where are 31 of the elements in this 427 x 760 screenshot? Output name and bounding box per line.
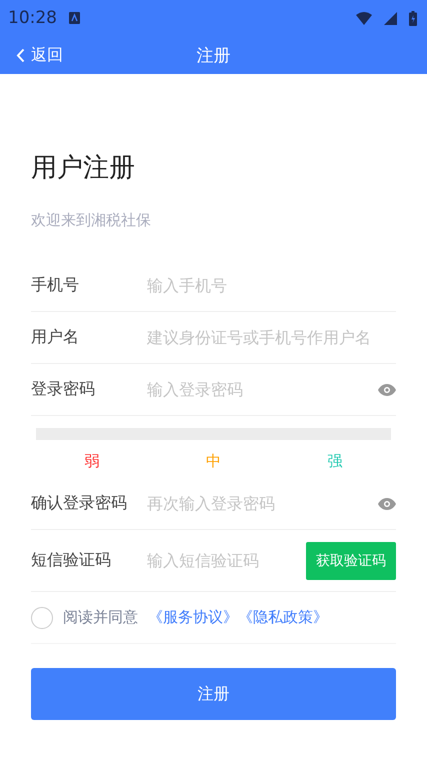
policy-link[interactable]: 《服务协议》 — [148, 608, 238, 627]
eye-icon[interactable] — [378, 384, 396, 396]
field-label: 短信验证码 — [31, 550, 112, 571]
get-code-button[interactable]: 获取验证码 — [306, 542, 396, 580]
agree-checkbox[interactable] — [31, 606, 53, 628]
notification-icon — [69, 12, 80, 24]
policy-link[interactable]: 《隐私政策》 — [238, 608, 328, 627]
input-field[interactable]: 输入短信验证码 — [147, 551, 306, 570]
strength-label: 中 — [206, 452, 221, 472]
input-field[interactable]: 再次输入登录密码 — [147, 494, 378, 513]
form-heading: 用户注册 — [31, 152, 136, 185]
register-button[interactable]: 注册 — [31, 668, 396, 720]
input-field[interactable]: 输入登录密码 — [147, 380, 378, 399]
wifi-icon — [356, 12, 372, 24]
field-label: 手机号 — [31, 275, 80, 296]
eye-icon[interactable] — [378, 498, 396, 510]
page-title: 注册 — [196, 44, 230, 66]
strength-label: 弱 — [84, 452, 100, 472]
welcome-text: 欢迎来到湘税社保 — [31, 211, 152, 230]
input-field[interactable]: 建议身份证号或手机号作用户名 — [147, 328, 396, 347]
strength-label: 强 — [328, 452, 343, 472]
back-button[interactable]: 返回 — [16, 44, 63, 66]
field-label: 用户名 — [31, 327, 80, 348]
chevron-left-icon — [16, 48, 25, 62]
signal-icon — [384, 12, 397, 24]
agree-text: 阅读并同意 — [63, 608, 138, 627]
input-field[interactable]: 输入手机号 — [147, 276, 396, 295]
field-label: 确认登录密码 — [31, 493, 128, 514]
status-time: 10:28 — [8, 8, 57, 28]
field-label: 登录密码 — [31, 379, 96, 400]
battery-icon — [409, 10, 417, 26]
